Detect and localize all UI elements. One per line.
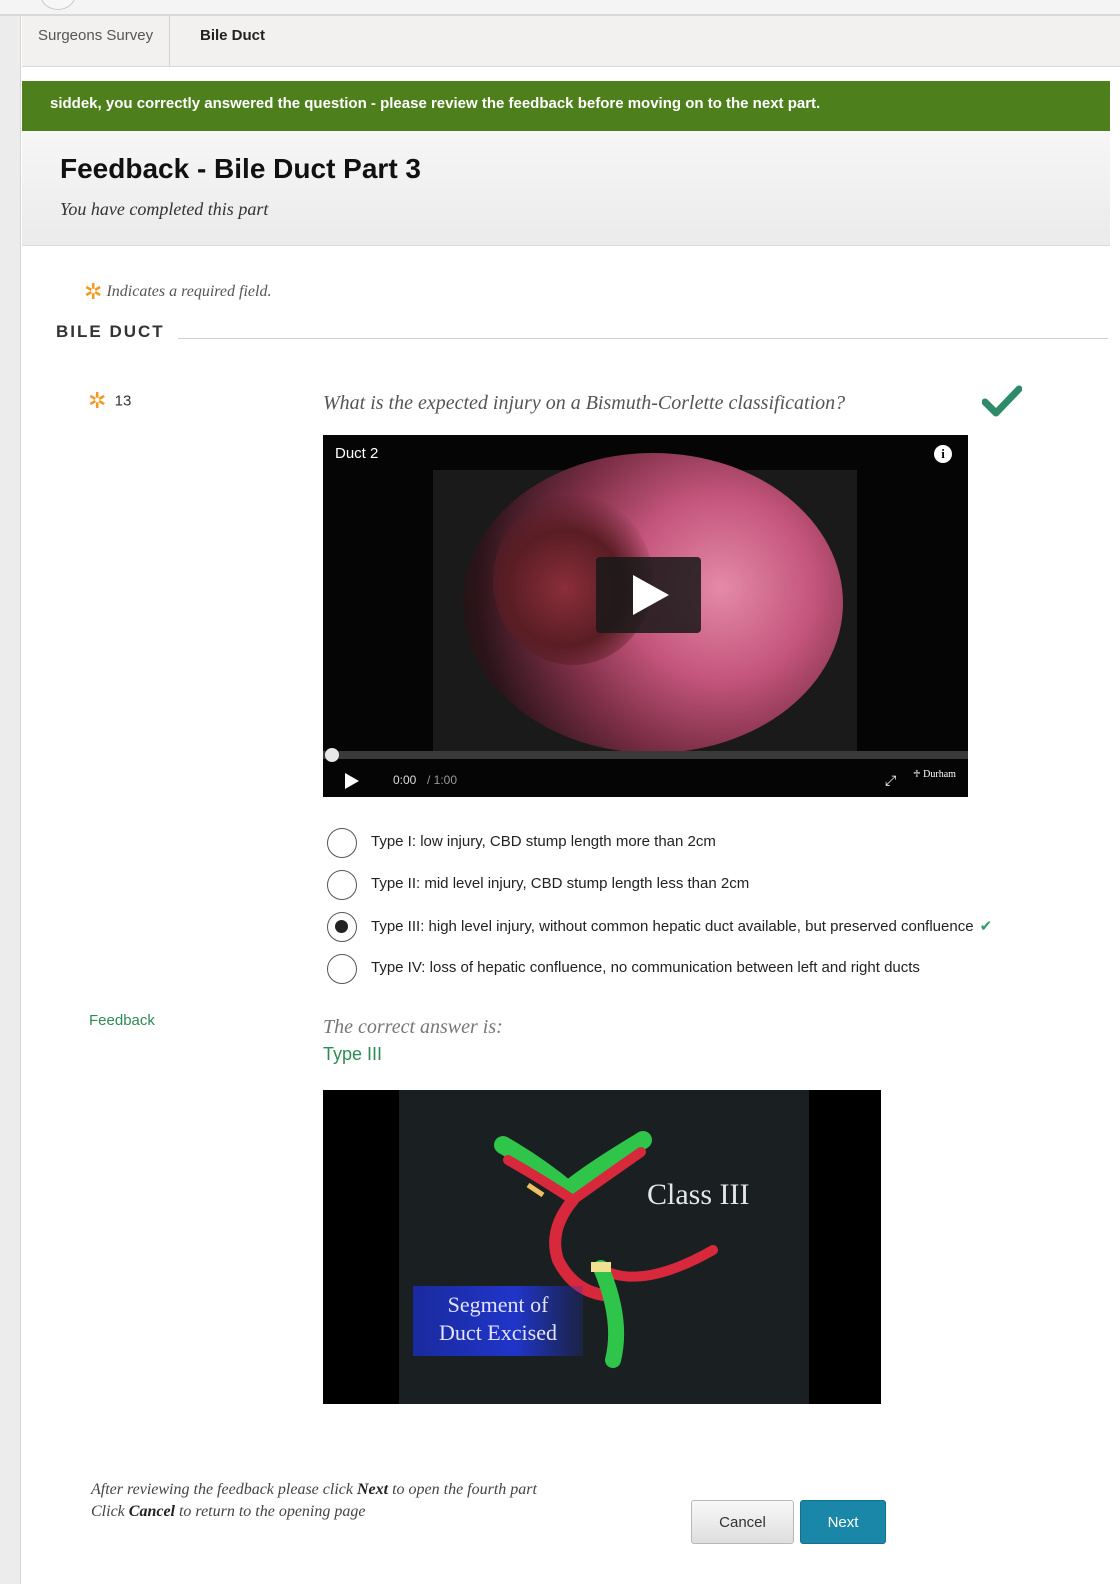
video-duration: / 1:00 (427, 773, 458, 787)
breadcrumb: Surgeons Survey Bile Duct (22, 16, 1120, 67)
success-banner: siddek, you correctly answered the quest… (22, 81, 1110, 131)
answer-option-label: Type II: mid level injury, CBD stump len… (371, 875, 750, 892)
segment-label-line2: Duct Excised (439, 1320, 557, 1345)
video-progress-knob[interactable] (325, 748, 339, 762)
page-subtitle: You have completed this part (60, 199, 269, 219)
required-asterisk-icon: ✲ (84, 280, 103, 305)
play-icon[interactable] (345, 773, 359, 789)
question-number-value: 13 (114, 392, 132, 410)
question-text: What is the expected injury on a Bismuth… (323, 392, 846, 414)
required-asterisk-icon: ✲ (88, 389, 107, 414)
radio-button[interactable] (327, 870, 357, 900)
next-button[interactable]: Next (800, 1500, 886, 1544)
breadcrumb-item-surgeons-survey[interactable]: Surgeons Survey (22, 16, 171, 66)
answer-option[interactable]: Type I: low injury, CBD stump length mor… (327, 826, 1107, 868)
segment-label-line1: Segment of (447, 1292, 549, 1317)
top-strip (0, 0, 1120, 16)
top-avatar-circle (40, 0, 76, 10)
footer-instructions: After reviewing the feedback please clic… (91, 1479, 537, 1523)
video-title: Duct 2 (335, 445, 379, 462)
feedback-diagram-image: Class III Segment of Duct Excised (323, 1090, 881, 1404)
question-number: ✲ 13 (88, 389, 131, 414)
video-current-time: 0:00 (393, 773, 417, 787)
video-progress-bar[interactable] (323, 751, 968, 759)
answer-option[interactable]: Type III: high level injury, without com… (327, 910, 1107, 952)
video-player[interactable]: Duct 2 i 0:00 / 1:00 ⤢ ♱ Durham (323, 435, 968, 797)
required-note-text: Indicates a required field. (106, 283, 272, 301)
footer-line-next: After reviewing the feedback please clic… (91, 1481, 537, 1498)
checkmark-icon (982, 385, 1022, 417)
section-divider (178, 338, 1108, 339)
durham-logo: ♱ Durham (913, 769, 956, 780)
play-button-large[interactable] (596, 557, 701, 633)
feedback-label: Feedback (89, 1012, 155, 1029)
class-label: Class III (647, 1178, 750, 1211)
page-header: Feedback - Bile Duct Part 3 You have com… (22, 131, 1110, 246)
correct-answer-value: Type III (323, 1044, 383, 1064)
radio-button[interactable] (327, 912, 357, 942)
info-icon[interactable]: i (934, 445, 952, 463)
page-title: Feedback - Bile Duct Part 3 (60, 153, 422, 184)
radio-button[interactable] (327, 828, 357, 858)
correct-check-icon: ✔ (979, 918, 993, 935)
bile-duct-diagram (494, 1131, 718, 1368)
correct-answer-intro: The correct answer is: (323, 1016, 503, 1038)
answer-option[interactable]: Type II: mid level injury, CBD stump len… (327, 868, 1107, 910)
answer-options: Type I: low injury, CBD stump length mor… (327, 826, 1107, 994)
fullscreen-icon[interactable]: ⤢ (885, 771, 903, 789)
left-edge-panel (0, 0, 21, 1584)
cancel-button[interactable]: Cancel (691, 1500, 794, 1544)
radio-button[interactable] (327, 954, 357, 984)
answer-option-label: Type III: high level injury, without com… (371, 918, 993, 935)
segment-label-box: Segment of Duct Excised (413, 1286, 583, 1356)
breadcrumb-item-bile-duct[interactable]: Bile Duct (200, 16, 265, 66)
answer-option[interactable]: Type IV: loss of hepatic confluence, no … (327, 952, 1107, 994)
answer-option-label: Type I: low injury, CBD stump length mor… (371, 833, 716, 850)
required-field-note: ✲ Indicates a required field. (84, 280, 271, 305)
footer-line-cancel: Click Cancel to return to the opening pa… (91, 1503, 366, 1520)
section-title: BILE DUCT (56, 322, 165, 341)
answer-option-label: Type IV: loss of hepatic confluence, no … (371, 959, 920, 976)
